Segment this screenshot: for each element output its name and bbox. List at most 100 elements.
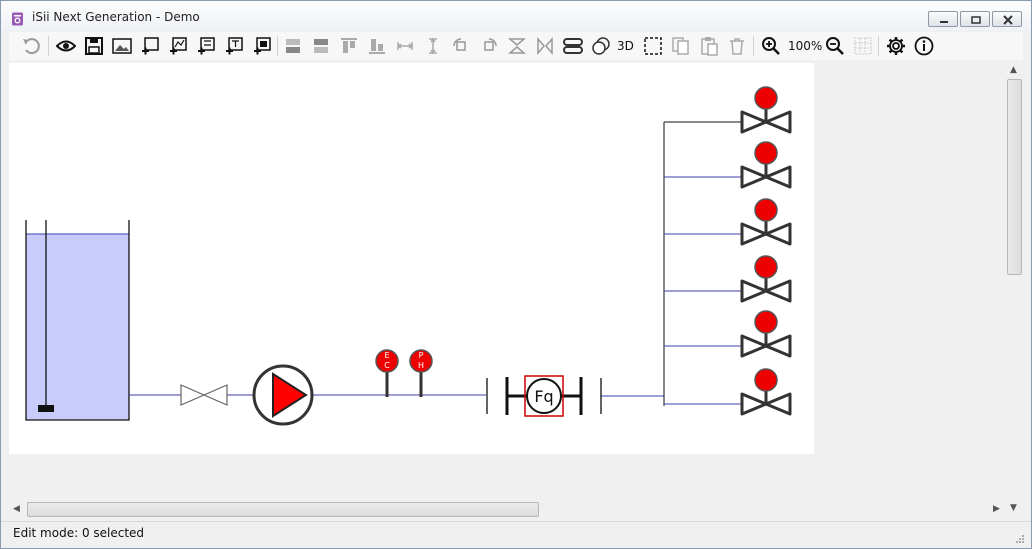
minimize-icon (940, 21, 948, 23)
tank-probe-tip (38, 405, 54, 412)
process-diagram: E C P H Fq (25, 86, 792, 426)
align-bottom-icon (369, 39, 385, 54)
close-window-button[interactable] (992, 11, 1022, 27)
layers-icon (592, 37, 610, 55)
scroll-down-arrow-icon[interactable]: ▼ (1010, 503, 1017, 513)
add-pipe-button[interactable] (194, 34, 218, 58)
minimize-button[interactable] (928, 11, 958, 27)
align-top-icon (341, 38, 357, 53)
bring-front-icon (286, 39, 300, 53)
app-window: iSii Next Generation - Demo 3D 100% E C … (0, 0, 1032, 549)
add-frame-icon (254, 37, 271, 55)
zoom-in-icon (762, 37, 780, 55)
toolbar-separator (753, 36, 754, 56)
add-frame-button[interactable] (250, 34, 274, 58)
manual-valve[interactable] (180, 384, 228, 406)
pipe-line[interactable] (129, 121, 741, 406)
ph-sensor-label-top: P (419, 351, 424, 360)
toolbar-separator (48, 36, 49, 56)
preview-button[interactable] (54, 34, 78, 58)
tank[interactable] (25, 220, 130, 421)
save-button[interactable] (82, 34, 106, 58)
same-width-button[interactable] (393, 34, 417, 58)
close-icon (1003, 15, 1013, 25)
zoom-out-button[interactable] (823, 34, 847, 58)
layers-button[interactable] (589, 34, 613, 58)
ec-sensor-label-top: E (384, 351, 389, 360)
add-symbol-icon (142, 37, 159, 55)
add-text-button[interactable] (222, 34, 246, 58)
flip-vertical-icon (507, 38, 527, 54)
control-valve-1[interactable] (740, 86, 792, 134)
select-area-button[interactable] (641, 34, 665, 58)
same-height-icon (429, 37, 437, 55)
scroll-right-arrow-icon[interactable]: ▶ (993, 504, 1000, 514)
ph-sensor[interactable]: P H (409, 349, 433, 397)
group-button[interactable] (561, 34, 585, 58)
control-valve-4[interactable] (740, 255, 792, 303)
add-trend-icon (170, 37, 187, 55)
title-bar: iSii Next Generation - Demo (1, 1, 1031, 31)
control-valve-5[interactable] (740, 310, 792, 358)
add-trend-button[interactable] (166, 34, 190, 58)
scroll-left-arrow-icon[interactable]: ◀ (13, 504, 20, 514)
align-bottom-button[interactable] (365, 34, 389, 58)
copy-button[interactable] (669, 34, 693, 58)
delete-button[interactable] (725, 34, 749, 58)
status-bar: Edit mode: 0 selected (1, 521, 1031, 548)
flip-vertical-button[interactable] (505, 34, 529, 58)
resize-grip-icon[interactable] (1015, 534, 1025, 544)
undo-button[interactable] (19, 34, 43, 58)
bring-front-button[interactable] (281, 34, 305, 58)
info-button[interactable] (912, 34, 936, 58)
save-icon (85, 37, 103, 55)
canvas-area: E C P H Fq (9, 63, 1005, 498)
control-valve-3[interactable] (740, 198, 792, 246)
flip-horizontal-button[interactable] (533, 34, 557, 58)
vertical-scrollbar[interactable]: ▲ ▼ (1006, 63, 1023, 518)
ec-sensor-label-bottom: C (384, 361, 390, 370)
image-icon (112, 38, 132, 54)
same-height-button[interactable] (421, 34, 445, 58)
add-text-icon (226, 37, 243, 55)
ec-sensor[interactable]: E C (375, 349, 399, 397)
restore-button[interactable] (960, 11, 990, 27)
rotate-right-button[interactable] (477, 34, 501, 58)
flip-horizontal-icon (537, 36, 553, 56)
control-valve-6[interactable] (740, 368, 792, 416)
send-back-button[interactable] (309, 34, 333, 58)
undo-icon (23, 38, 40, 55)
horizontal-scrollbar[interactable]: ◀ ▶ (9, 501, 1005, 518)
restore-icon (971, 16, 981, 24)
scroll-up-arrow-icon[interactable]: ▲ (1010, 65, 1017, 75)
pump[interactable] (252, 364, 314, 426)
toolbar: 3D 100% (9, 32, 1023, 60)
toolbar-separator (277, 36, 278, 56)
zoom-out-icon (826, 37, 844, 55)
status-text: Edit mode: 0 selected (13, 526, 145, 540)
zoom-in-button[interactable] (759, 34, 783, 58)
copy-icon (672, 37, 689, 55)
vertical-scroll-thumb[interactable] (1007, 79, 1022, 275)
toolbar-separator (878, 36, 879, 56)
same-width-icon (396, 42, 414, 50)
paste-button[interactable] (697, 34, 721, 58)
zoom-level[interactable]: 100% (788, 39, 822, 53)
rotate-left-button[interactable] (449, 34, 473, 58)
settings-button[interactable] (884, 34, 908, 58)
flow-meter[interactable]: Fq (486, 375, 602, 417)
grid-button[interactable] (851, 34, 875, 58)
control-valve-2[interactable] (740, 141, 792, 189)
group-icon (563, 38, 583, 54)
view-3d-button[interactable]: 3D (617, 39, 634, 53)
window-title: iSii Next Generation - Demo (32, 10, 200, 24)
drawing-canvas[interactable]: E C P H Fq (9, 63, 814, 454)
add-symbol-button[interactable] (138, 34, 162, 58)
ph-sensor-label-bottom: H (418, 361, 424, 370)
horizontal-scroll-thumb[interactable] (27, 502, 539, 517)
app-logo-icon (11, 11, 25, 26)
rotate-left-icon (453, 38, 466, 51)
align-top-button[interactable] (337, 34, 361, 58)
insert-image-button[interactable] (110, 34, 134, 58)
gear-icon (887, 37, 905, 55)
